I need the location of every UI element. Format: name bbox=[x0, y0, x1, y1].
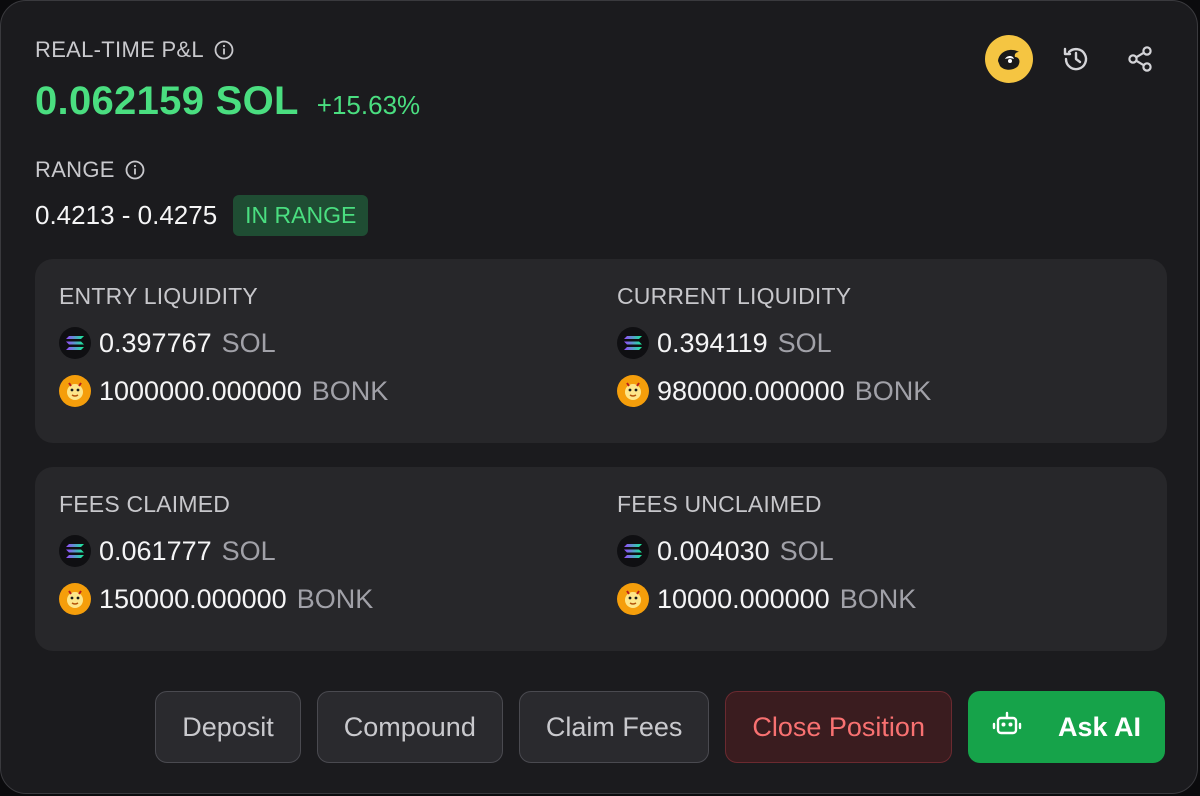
bonk-row: 150000.000000 BONK bbox=[59, 583, 374, 615]
bonk-token-icon bbox=[59, 375, 91, 407]
profile-avatar[interactable] bbox=[985, 35, 1033, 83]
solana-token-icon bbox=[59, 327, 91, 359]
position-card: REAL-TIME P&L 0.062159 SOL +15.63% RANGE… bbox=[0, 0, 1198, 794]
bonk-row: 1000000.000000 BONK bbox=[59, 375, 389, 407]
token-amount: 10000.000000 bbox=[657, 583, 830, 614]
entry-liquidity-title: ENTRY LIQUIDITY bbox=[59, 283, 258, 309]
token-symbol: SOL bbox=[777, 327, 832, 358]
pnl-value: 0.062159 SOL bbox=[35, 79, 299, 123]
fees-unclaimed-title: FEES UNCLAIMED bbox=[617, 491, 822, 517]
range-label: RANGE bbox=[35, 157, 145, 183]
pnl-label: REAL-TIME P&L bbox=[35, 37, 234, 63]
header-actions bbox=[985, 35, 1161, 83]
solana-token-icon bbox=[617, 327, 649, 359]
token-symbol: BONK bbox=[311, 375, 389, 406]
token-symbol: SOL bbox=[221, 327, 276, 358]
range-value: 0.4213 - 0.4275 bbox=[35, 200, 218, 230]
sol-row: 0.061777 SOL bbox=[59, 535, 373, 567]
token-amount: 1000000.000000 bbox=[99, 375, 302, 406]
token-amount: 0.397767 bbox=[99, 327, 212, 358]
bonk-row: 10000.000000 BONK bbox=[617, 583, 917, 615]
ask-ai-label: Ask AI bbox=[1057, 711, 1141, 742]
token-amount: 150000.000000 bbox=[99, 583, 287, 614]
token-amount: 0.004030 bbox=[657, 535, 770, 566]
claim-fees-button[interactable]: Claim Fees bbox=[518, 691, 710, 763]
current-liquidity: CURRENT LIQUIDITY 0.394119 SOL 980000.00… bbox=[617, 283, 931, 424]
token-amount: 0.061777 bbox=[99, 535, 212, 566]
solana-token-icon bbox=[59, 535, 91, 567]
current-liquidity-title: CURRENT LIQUIDITY bbox=[617, 283, 852, 309]
token-symbol: SOL bbox=[779, 535, 834, 566]
sol-row: 0.004030 SOL bbox=[617, 535, 916, 567]
range-label-text: RANGE bbox=[35, 157, 115, 182]
token-amount: 980000.000000 bbox=[657, 375, 845, 406]
token-symbol: BONK bbox=[854, 375, 932, 406]
bonk-token-icon bbox=[59, 583, 91, 615]
info-icon[interactable] bbox=[214, 40, 234, 60]
pnl-row: 0.062159 SOL +15.63% bbox=[35, 79, 420, 124]
range-row: 0.4213 - 0.4275 IN RANGE bbox=[35, 195, 369, 236]
solana-token-icon bbox=[617, 535, 649, 567]
history-icon[interactable] bbox=[1055, 38, 1097, 80]
status-badge: IN RANGE bbox=[233, 195, 369, 236]
action-bar: Deposit Compound Claim Fees Close Positi… bbox=[155, 691, 1165, 763]
ask-ai-button[interactable]: Ask AI bbox=[967, 691, 1165, 763]
close-position-button[interactable]: Close Position bbox=[725, 691, 952, 763]
bonk-token-icon bbox=[617, 583, 649, 615]
token-symbol: SOL bbox=[221, 535, 276, 566]
entry-liquidity: ENTRY LIQUIDITY 0.397767 SOL 1000000.000… bbox=[59, 283, 388, 424]
fees-unclaimed: FEES UNCLAIMED 0.004030 SOL 10000.000000… bbox=[617, 491, 916, 632]
fees-panel: FEES CLAIMED 0.061777 SOL 150000.000000 … bbox=[35, 467, 1167, 651]
bonk-token-icon bbox=[617, 375, 649, 407]
info-icon[interactable] bbox=[125, 160, 145, 180]
pnl-label-text: REAL-TIME P&L bbox=[35, 37, 204, 62]
bonk-row: 980000.000000 BONK bbox=[617, 375, 932, 407]
pnl-percent: +15.63% bbox=[316, 90, 421, 120]
sol-row: 0.394119 SOL bbox=[617, 327, 931, 359]
liquidity-panel: ENTRY LIQUIDITY 0.397767 SOL 1000000.000… bbox=[35, 259, 1167, 443]
robot-icon bbox=[992, 709, 1022, 746]
token-symbol: BONK bbox=[839, 583, 917, 614]
fees-claimed: FEES CLAIMED 0.061777 SOL 150000.000000 … bbox=[59, 491, 373, 632]
sol-row: 0.397767 SOL bbox=[59, 327, 388, 359]
compound-button[interactable]: Compound bbox=[316, 691, 503, 763]
token-symbol: BONK bbox=[296, 583, 374, 614]
share-icon[interactable] bbox=[1119, 38, 1161, 80]
deposit-button[interactable]: Deposit bbox=[155, 691, 301, 763]
fees-claimed-title: FEES CLAIMED bbox=[59, 491, 231, 517]
token-amount: 0.394119 bbox=[657, 327, 768, 358]
